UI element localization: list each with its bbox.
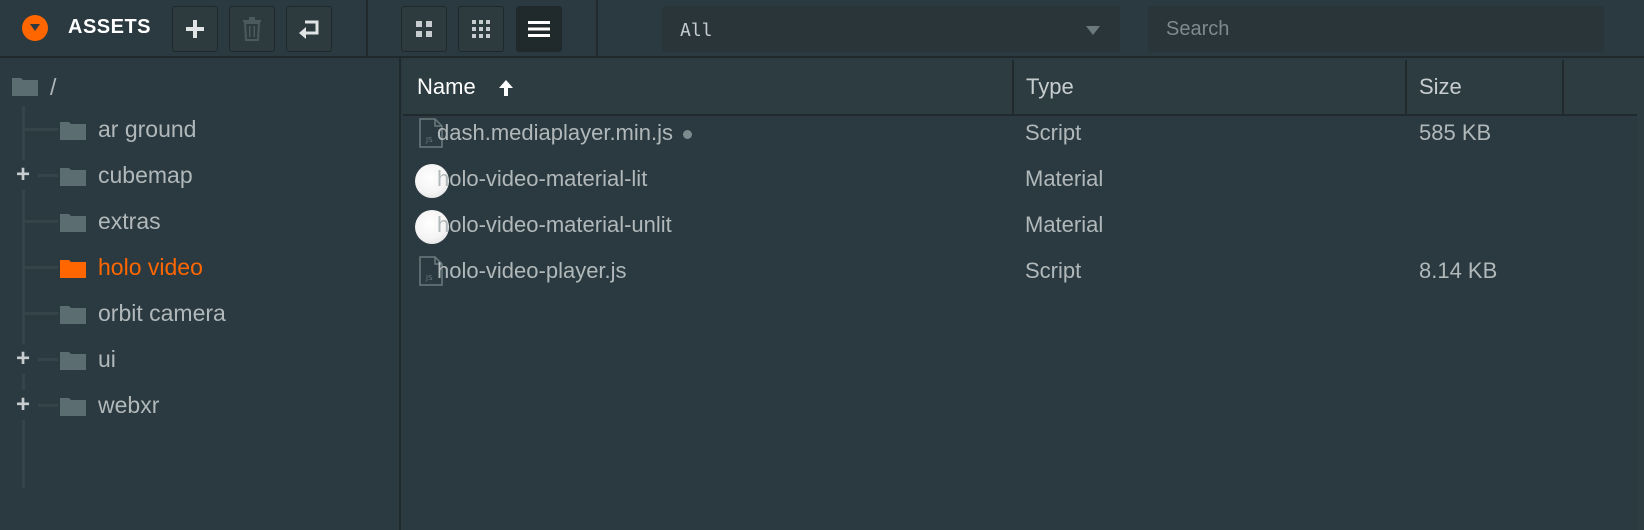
folder-icon (60, 168, 86, 186)
asset-name: dash.mediaplayer.min.js (437, 120, 693, 146)
folder-icon (60, 122, 86, 140)
tree-connector (24, 128, 58, 131)
view-details-list-button[interactable] (516, 6, 562, 52)
asset-name-text: holo-video-material-unlit (437, 212, 672, 237)
panel-title: ASSETS (68, 16, 152, 38)
asset-size: 8.14 KB (1419, 258, 1498, 283)
column-header-size-label: Size (1419, 74, 1462, 99)
asset-name: holo-video-player.js (437, 258, 627, 284)
asset-name-text: holo-video-material-lit (437, 166, 648, 191)
asset-name-text: dash.mediaplayer.min.js (437, 120, 674, 145)
return-arrow-icon (299, 20, 319, 39)
asset-type: Script (1025, 258, 1082, 283)
unsaved-changes-dot-icon (683, 129, 693, 139)
folder-icon (12, 78, 38, 96)
tree-item-label: holo video (98, 254, 203, 280)
column-header-name[interactable]: Name (403, 60, 1012, 116)
tree-root-item[interactable]: / (0, 66, 399, 106)
collapse-panel-button[interactable] (22, 15, 48, 41)
asset-type-filter-dropdown[interactable]: All (662, 6, 1120, 52)
tree-item[interactable]: + webxr (0, 382, 399, 426)
tree-item[interactable]: + cubemap (0, 152, 399, 196)
asset-name: holo-video-material-lit (437, 166, 647, 192)
asset-size: 585 KB (1419, 120, 1492, 145)
tree-root-label: / (50, 74, 57, 100)
tree-connector (24, 266, 58, 269)
chevron-down-icon (30, 24, 40, 31)
tree-item[interactable]: extras (0, 198, 399, 242)
folder-icon (60, 260, 86, 278)
svg-text:JS: JS (425, 136, 433, 144)
folder-icon (60, 352, 86, 370)
trash-icon (243, 17, 261, 41)
folder-tree: / ar ground + cubemap extras holo video orbit… (0, 58, 401, 530)
table-row[interactable]: JS dash.mediaplayer.min.js Script 585 KB (403, 110, 1644, 156)
tree-connector (24, 312, 58, 315)
column-divider[interactable] (1562, 60, 1564, 116)
folder-up-button[interactable] (286, 6, 332, 52)
tree-item[interactable]: ar ground (0, 106, 399, 150)
table-row[interactable]: holo-video-material-unlit Material (403, 202, 1644, 248)
table-header: Name Type Size (403, 60, 1644, 116)
list-icon (528, 21, 550, 37)
tree-item[interactable]: + ui (0, 336, 399, 380)
tree-item[interactable]: holo video (0, 244, 399, 288)
delete-asset-button[interactable] (229, 6, 275, 52)
tree-item[interactable]: orbit camera (0, 290, 399, 334)
large-grid-icon (416, 21, 432, 37)
caret-down-icon (1086, 26, 1100, 35)
folder-icon (60, 214, 86, 232)
assets-panel-header: ASSETS All Search (0, 0, 1644, 58)
expand-folder-button[interactable]: + (8, 160, 38, 190)
tree-item-label: extras (98, 208, 161, 234)
add-asset-button[interactable] (172, 6, 218, 52)
expand-folder-button[interactable]: + (8, 344, 38, 374)
folder-icon (60, 306, 86, 324)
small-grid-icon (472, 20, 490, 38)
asset-type: Material (1025, 166, 1104, 191)
expand-folder-button[interactable]: + (8, 390, 38, 420)
tree-connector (24, 220, 58, 223)
vertical-scrollbar[interactable] (1637, 60, 1644, 530)
assets-table: Name Type Size JS dash.mediaplayer.min.js… (403, 60, 1644, 530)
asset-type: Material (1025, 212, 1104, 237)
tree-item-label: webxr (98, 392, 160, 418)
filter-selected-value: All (680, 20, 713, 41)
view-small-grid-button[interactable] (458, 6, 504, 52)
view-large-grid-button[interactable] (401, 6, 447, 52)
sort-ascending-arrow-icon (498, 80, 513, 97)
folder-icon (60, 398, 86, 416)
plus-icon (186, 20, 204, 38)
tree-item-label: orbit camera (98, 300, 226, 326)
svg-text:JS: JS (425, 274, 433, 282)
tree-item-label: cubemap (98, 162, 193, 188)
table-row[interactable]: JS holo-video-player.js Script 8.14 KB (403, 248, 1644, 294)
column-header-name-label: Name (417, 74, 476, 99)
tree-item-label: ui (98, 346, 116, 372)
tree-item-label: ar ground (98, 116, 197, 142)
column-header-size[interactable]: Size (1405, 60, 1563, 116)
toolbar-divider (366, 0, 368, 58)
toolbar-divider (596, 0, 598, 58)
column-header-type-label: Type (1026, 74, 1074, 99)
column-header-type[interactable]: Type (1012, 60, 1406, 116)
search-input[interactable] (1148, 6, 1604, 52)
asset-type: Script (1025, 120, 1082, 145)
asset-name: holo-video-material-unlit (437, 212, 672, 238)
asset-name-text: holo-video-player.js (437, 258, 627, 283)
table-row[interactable]: holo-video-material-lit Material (403, 156, 1644, 202)
